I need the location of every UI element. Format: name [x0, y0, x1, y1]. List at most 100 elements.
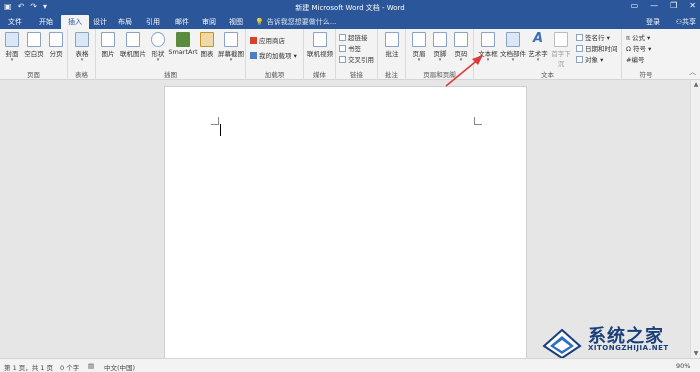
- datetime-button[interactable]: 日期和时间: [576, 43, 618, 53]
- dropcap-icon: [554, 32, 568, 47]
- wordart-icon: A: [532, 31, 544, 46]
- header-icon: [412, 32, 426, 47]
- group-addins: 应用商店 我的加载项 ▾ 加载项: [246, 29, 304, 80]
- group-label-symbols: 符号: [639, 71, 653, 79]
- online-picture-label: 联机图片: [120, 50, 146, 58]
- smartart-button[interactable]: SmartArt: [168, 32, 198, 56]
- online-video-button[interactable]: 联机视频: [306, 32, 334, 58]
- symbol-button[interactable]: Ω 符号 ▾: [626, 43, 651, 53]
- tab-file[interactable]: 文件: [0, 15, 30, 29]
- ribbon-tabs: 文件 开始 插入 设计 布局 引用 邮件 审阅 视图 💡 告诉我您想要做什么...…: [0, 15, 700, 29]
- group-symbols: π 公式 ▾ Ω 符号 ▾ #编号 符号: [622, 29, 670, 80]
- minimize-icon[interactable]: —: [650, 1, 658, 10]
- object-button[interactable]: 对象 ▾: [576, 54, 603, 64]
- online-picture-button[interactable]: 联机图片: [117, 32, 149, 58]
- tab-review[interactable]: 审阅: [197, 15, 221, 29]
- group-label-illustrations: 插图: [164, 71, 177, 79]
- proofing-icon[interactable]: ▤: [88, 362, 94, 370]
- watermark-en: XITONGZHIJIA.NET: [588, 344, 669, 352]
- equation-label: 公式: [631, 34, 645, 42]
- chevron-down-icon: ▾: [417, 57, 421, 63]
- cross-reference-label: 交叉引用: [348, 56, 374, 64]
- margin-corner-top-left: [211, 117, 219, 125]
- tab-layout[interactable]: 布局: [114, 15, 136, 29]
- page-number-icon: [454, 32, 468, 47]
- group-header-footer: 页眉 ▾ 页脚 ▾ 页码 ▾ 页眉和页脚: [406, 29, 474, 80]
- datetime-label: 日期和时间: [585, 45, 618, 53]
- hyperlink-button[interactable]: 超链接: [339, 32, 368, 42]
- chart-button[interactable]: 图表: [198, 32, 216, 58]
- store-label: 应用商店: [259, 37, 285, 45]
- restore-icon[interactable]: ❐: [670, 1, 677, 10]
- cover-page-button[interactable]: 封面 ▾: [3, 32, 21, 63]
- picture-button[interactable]: 图片: [99, 32, 117, 58]
- tab-home[interactable]: 开始: [32, 15, 60, 29]
- group-label-header-footer: 页眉和页脚: [423, 71, 456, 79]
- calendar-icon: [576, 45, 583, 52]
- signature-line-button[interactable]: 签名行 ▾: [576, 32, 610, 42]
- quick-parts-button[interactable]: 文档部件 ▾: [500, 32, 526, 63]
- tab-insert[interactable]: 插入: [61, 15, 89, 29]
- zoom-level[interactable]: 90%: [676, 362, 690, 370]
- bookmark-button[interactable]: 书签: [339, 43, 361, 53]
- chevron-down-icon: ▾: [156, 57, 160, 63]
- tab-design[interactable]: 设计: [89, 15, 111, 29]
- wordart-button[interactable]: A 艺术字 ▾: [526, 32, 550, 63]
- signature-label: 签名行: [585, 34, 605, 42]
- smartart-label: SmartArt: [168, 48, 198, 56]
- dropcap-button[interactable]: 首字下沉: [550, 32, 572, 68]
- group-label-addins: 加载项: [264, 71, 285, 79]
- bookmark-label: 书签: [348, 45, 361, 53]
- blank-page-button[interactable]: 空白页: [22, 32, 46, 58]
- title-bar: ▣ ↶ ↷ ▾ 新建 Microsoft Word 文档 - Word ▭ — …: [0, 0, 700, 15]
- word-count[interactable]: 0 个字: [60, 362, 79, 372]
- textbox-button[interactable]: 文本框 ▾: [477, 32, 499, 63]
- language[interactable]: 中文(中国): [104, 362, 135, 372]
- table-icon: [75, 32, 89, 47]
- number-button[interactable]: #编号: [626, 54, 644, 64]
- status-bar: 第 1 页，共 1 页 0 个字 ▤ 中文(中国) 90%: [0, 358, 700, 372]
- vertical-scrollbar[interactable]: ▲ ▼: [690, 80, 700, 358]
- tell-me-box[interactable]: 💡 告诉我您想要做什么...: [255, 15, 336, 29]
- share-button[interactable]: ⚇共享: [676, 15, 696, 29]
- chevron-down-icon: ▾: [459, 57, 463, 63]
- footer-button[interactable]: 页脚 ▾: [431, 32, 449, 63]
- store-icon: [250, 37, 257, 44]
- tab-mailings[interactable]: 邮件: [170, 15, 194, 29]
- page-number-button[interactable]: 页码 ▾: [452, 32, 470, 63]
- share-label: 共享: [682, 18, 696, 26]
- text-cursor: [220, 124, 221, 136]
- page-count[interactable]: 第 1 页，共 1 页: [4, 362, 53, 372]
- shapes-button[interactable]: 形状 ▾: [148, 32, 168, 63]
- window-controls: ▭ — ❐ ✕: [631, 1, 696, 10]
- group-comments: 批注 批注: [378, 29, 406, 80]
- smartart-icon: [176, 32, 190, 47]
- page-break-button[interactable]: 分页: [46, 32, 66, 58]
- dropcap-label: 首字下沉: [551, 50, 571, 68]
- chevron-down-icon: ▾: [536, 57, 540, 63]
- cross-reference-button[interactable]: 交叉引用: [339, 54, 374, 64]
- login-link[interactable]: 登录: [646, 15, 660, 29]
- ribbon-options-icon[interactable]: ▭: [631, 1, 639, 10]
- comment-button[interactable]: 批注: [383, 32, 401, 58]
- my-addins-button[interactable]: 我的加载项 ▾: [250, 50, 297, 60]
- margin-corner-top-right: [474, 117, 482, 125]
- tab-references[interactable]: 引用: [141, 15, 165, 29]
- group-media: 联机视频 媒体: [304, 29, 336, 80]
- online-picture-icon: [126, 32, 140, 47]
- object-label: 对象: [585, 56, 598, 64]
- collapse-ribbon-icon[interactable]: ︿: [689, 67, 696, 77]
- picture-icon: [101, 32, 115, 47]
- tab-view[interactable]: 视图: [224, 15, 248, 29]
- screenshot-button[interactable]: 屏幕截图 ▾: [216, 32, 246, 63]
- document-page[interactable]: [164, 86, 527, 362]
- table-button[interactable]: 表格 ▾: [73, 32, 91, 63]
- footer-icon: [433, 32, 447, 47]
- store-button[interactable]: 应用商店: [250, 35, 285, 45]
- comment-icon: [385, 32, 399, 47]
- equation-button[interactable]: π 公式 ▾: [626, 32, 650, 42]
- header-button[interactable]: 页眉 ▾: [410, 32, 428, 63]
- scroll-up-icon[interactable]: ▲: [691, 81, 700, 88]
- group-label-links: 链接: [350, 71, 363, 79]
- close-icon[interactable]: ✕: [689, 1, 696, 10]
